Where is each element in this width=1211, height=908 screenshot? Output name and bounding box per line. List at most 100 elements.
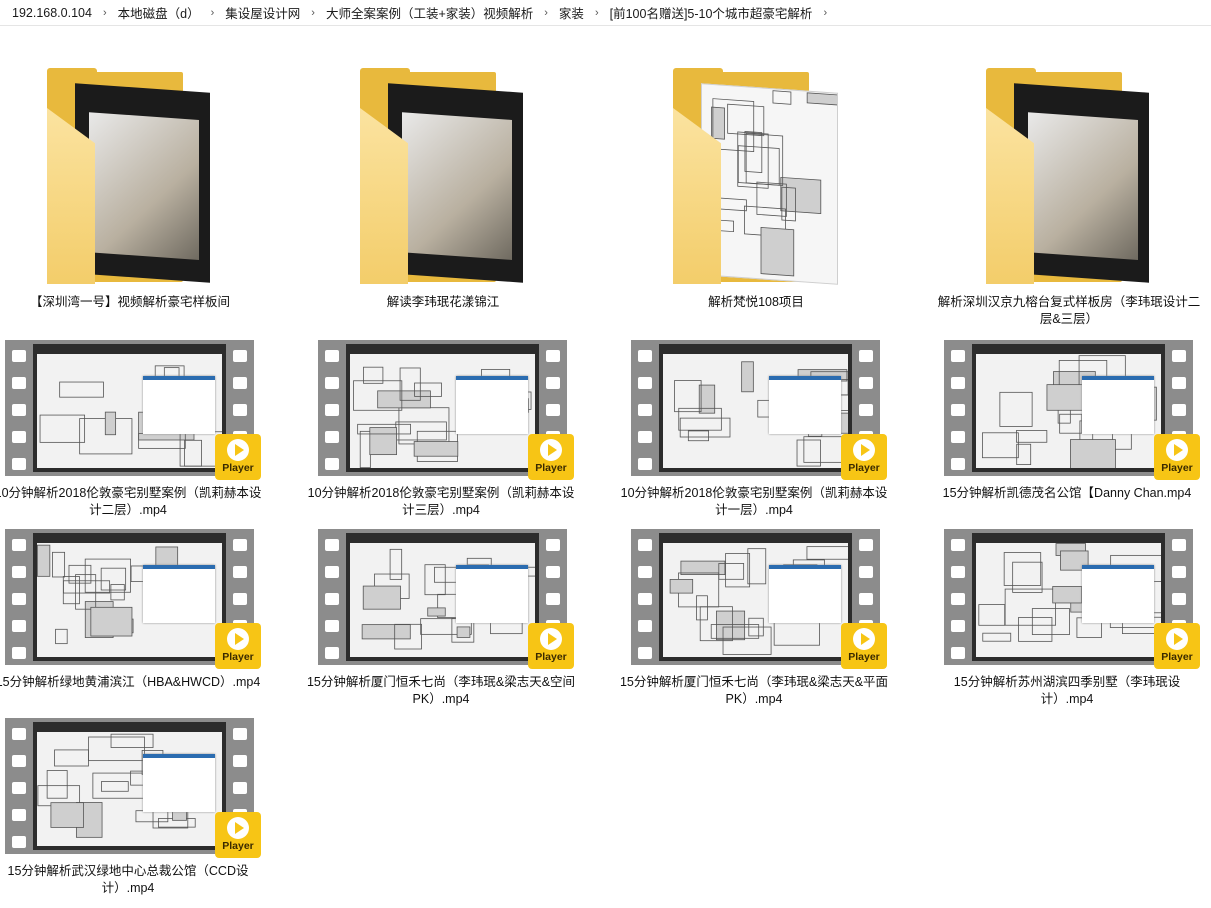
- video-frame: [33, 533, 226, 661]
- folder-icon[interactable]: [318, 58, 598, 288]
- preview-photo: [402, 112, 512, 260]
- film-hole: [1172, 377, 1186, 389]
- breadcrumb-item[interactable]: 本地磁盘（d）: [114, 1, 204, 24]
- film-hole: [951, 539, 965, 551]
- breadcrumb-item[interactable]: 192.168.0.104: [8, 4, 96, 22]
- video-file-name[interactable]: 15分钟解析凯德茂名公馆【Danny Chan.mp4: [932, 485, 1202, 502]
- film-hole: [325, 377, 339, 389]
- video-file-name[interactable]: 15分钟解析苏州湖滨四季别墅（李玮珉设计）.mp4: [932, 674, 1202, 708]
- video-frame-content: [350, 543, 535, 657]
- video-frame-content: [37, 732, 222, 846]
- video-frame: [346, 533, 539, 661]
- film-hole: [951, 620, 965, 632]
- video-item[interactable]: Player 10分钟解析2018伦敦豪宅别墅案例（凯莉赫本设计二层）.mp4: [0, 338, 285, 518]
- breadcrumb-item[interactable]: 家装: [555, 1, 588, 24]
- player-label: Player: [222, 651, 254, 663]
- film-hole: [325, 647, 339, 659]
- video-file-name[interactable]: 15分钟解析厦门恒禾七尚（李玮珉&梁志天&空间PK）.mp4: [306, 674, 576, 708]
- film-hole: [546, 539, 560, 551]
- breadcrumb-item[interactable]: 集设屋设计网: [221, 1, 304, 24]
- play-icon: [540, 439, 562, 461]
- film-hole: [233, 350, 247, 362]
- video-file-name[interactable]: 15分钟解析绿地黄浦滨江（HBA&HWCD）.mp4: [0, 674, 263, 691]
- breadcrumb-separator-icon[interactable]: ›: [204, 7, 222, 19]
- video-item[interactable]: Player 10分钟解析2018伦敦豪宅别墅案例（凯莉赫本设计三层）.mp4: [308, 338, 598, 518]
- player-dialog-overlay: [456, 565, 528, 623]
- film-hole: [325, 620, 339, 632]
- video-file-name[interactable]: 15分钟解析厦门恒禾七尚（李玮珉&梁志天&平面PK）.mp4: [619, 674, 889, 708]
- film-hole: [1172, 350, 1186, 362]
- film-hole: [546, 350, 560, 362]
- address-bar[interactable]: 192.168.0.104 › 本地磁盘（d） › 集设屋设计网 › 大师全案案例（工装+家…: [0, 0, 1211, 26]
- play-triangle-icon: [861, 633, 870, 645]
- film-hole: [638, 647, 652, 659]
- video-item[interactable]: Player 15分钟解析武汉绿地中心总裁公馆（CCD设计）.mp4: [5, 716, 285, 896]
- folder-item[interactable]: 解析深圳汉京九榕台复式样板房（李玮珉设计二层&三层）: [938, 58, 1211, 328]
- film-hole: [638, 350, 652, 362]
- video-file-name[interactable]: 15分钟解析武汉绿地中心总裁公馆（CCD设计）.mp4: [0, 863, 263, 897]
- folder-icon[interactable]: [944, 58, 1211, 288]
- video-file-name[interactable]: 10分钟解析2018伦敦豪宅别墅案例（凯莉赫本设计三层）.mp4: [306, 485, 576, 519]
- video-file-name[interactable]: 10分钟解析2018伦敦豪宅别墅案例（凯莉赫本设计二层）.mp4: [0, 485, 263, 519]
- film-hole: [859, 404, 873, 416]
- video-file-name[interactable]: 10分钟解析2018伦敦豪宅别墅案例（凯莉赫本设计一层）.mp4: [619, 485, 889, 519]
- video-frame: [972, 344, 1165, 472]
- player-dialog-overlay: [769, 376, 841, 434]
- film-hole: [12, 431, 26, 443]
- breadcrumb-separator-icon[interactable]: ›: [816, 7, 834, 19]
- video-frame-content: [976, 354, 1161, 468]
- folder-name[interactable]: 解析深圳汉京九榕台复式样板房（李玮珉设计二层&三层）: [936, 294, 1202, 328]
- play-triangle-icon: [235, 822, 244, 834]
- film-hole: [12, 836, 26, 848]
- play-triangle-icon: [861, 444, 870, 456]
- play-icon: [227, 817, 249, 839]
- film-hole: [12, 458, 26, 470]
- play-badge: Player: [841, 434, 887, 480]
- preview-photo: [1028, 112, 1138, 260]
- film-hole: [325, 566, 339, 578]
- video-item[interactable]: Player 15分钟解析厦门恒禾七尚（李玮珉&梁志天&平面PK）.mp4: [620, 527, 911, 707]
- breadcrumb-separator-icon[interactable]: ›: [304, 7, 322, 19]
- play-icon: [540, 628, 562, 650]
- folder-item[interactable]: 【深圳湾一号】视频解析豪宅样板间: [5, 58, 285, 328]
- film-hole: [12, 539, 26, 551]
- player-label: Player: [848, 462, 880, 474]
- film-hole: [638, 539, 652, 551]
- video-item[interactable]: Player 15分钟解析绿地黄浦滨江（HBA&HWCD）.mp4: [0, 527, 285, 707]
- breadcrumb-item[interactable]: 大师全案案例（工装+家装）视频解析: [322, 1, 537, 24]
- player-label: Player: [1161, 462, 1193, 474]
- player-label: Player: [848, 651, 880, 663]
- breadcrumb-separator-icon[interactable]: ›: [537, 7, 555, 19]
- video-item[interactable]: Player 15分钟解析凯德茂名公馆【Danny Chan.mp4: [943, 338, 1211, 518]
- breadcrumb-item[interactable]: [前100名赠送]5-10个城市超豪宅解析: [606, 1, 817, 24]
- play-badge: Player: [215, 623, 261, 669]
- play-triangle-icon: [235, 633, 244, 645]
- folder-icon[interactable]: [631, 58, 911, 288]
- folder-name[interactable]: 解析梵悦108项目: [623, 294, 889, 311]
- folder-name[interactable]: 【深圳湾一号】视频解析豪宅样板间: [0, 294, 263, 311]
- folder-name[interactable]: 解读李玮珉花漾锦江: [310, 294, 576, 311]
- player-label: Player: [535, 651, 567, 663]
- film-hole: [859, 566, 873, 578]
- play-icon: [1166, 439, 1188, 461]
- video-item[interactable]: Player 15分钟解析厦门恒禾七尚（李玮珉&梁志天&空间PK）.mp4: [307, 527, 598, 707]
- folder-item[interactable]: 解析梵悦108项目: [631, 58, 911, 328]
- video-frame-content: [976, 543, 1161, 657]
- film-hole: [638, 431, 652, 443]
- breadcrumb-separator-icon[interactable]: ›: [588, 7, 606, 19]
- film-hole: [859, 539, 873, 551]
- video-item[interactable]: Player 15分钟解析苏州湖滨四季别墅（李玮珉设计）.mp4: [944, 527, 1211, 707]
- play-triangle-icon: [1174, 633, 1183, 645]
- film-hole: [233, 728, 247, 740]
- film-hole: [859, 350, 873, 362]
- folder-icon[interactable]: [5, 58, 285, 288]
- play-badge: Player: [528, 623, 574, 669]
- film-hole: [325, 458, 339, 470]
- breadcrumb-separator-icon[interactable]: ›: [96, 7, 114, 19]
- film-hole: [233, 539, 247, 551]
- film-hole: [951, 431, 965, 443]
- folder-item[interactable]: 解读李玮珉花漾锦江: [318, 58, 598, 328]
- video-item[interactable]: Player 10分钟解析2018伦敦豪宅别墅案例（凯莉赫本设计一层）.mp4: [621, 338, 911, 518]
- film-hole: [951, 350, 965, 362]
- film-hole: [638, 620, 652, 632]
